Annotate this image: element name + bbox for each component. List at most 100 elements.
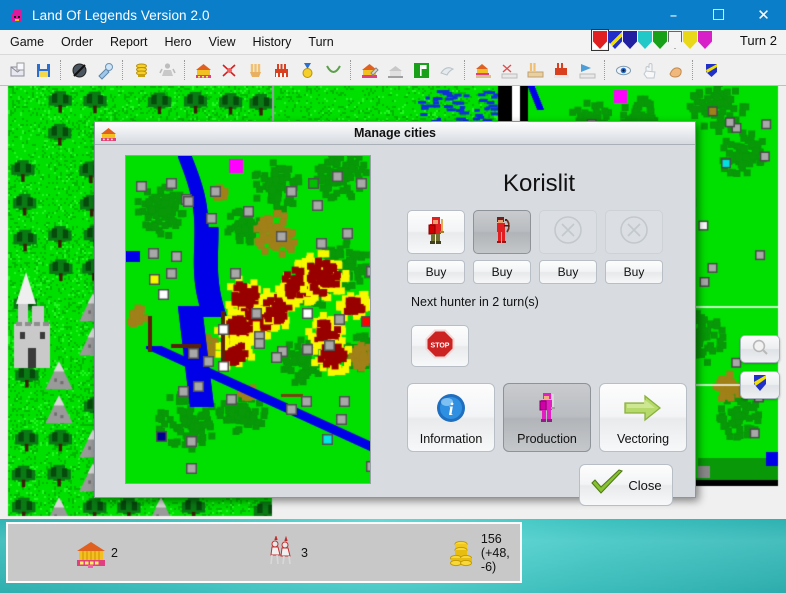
stop-button-wrap: STOP [411, 325, 687, 367]
shield-icon[interactable] [698, 57, 724, 83]
city-map-panel[interactable] [125, 155, 371, 484]
bird-icon[interactable] [434, 57, 460, 83]
shield-player-cyan[interactable] [638, 31, 652, 49]
buy-button-4[interactable]: Buy [605, 260, 663, 284]
close-dialog-button[interactable]: Close [579, 464, 673, 506]
close-dialog-label: Close [628, 477, 662, 493]
status-units: 3 [264, 534, 308, 570]
dialog-title-bar[interactable]: Manage cities [95, 122, 695, 145]
city-icon[interactable] [190, 57, 216, 83]
buy-button-row: Buy Buy Buy Buy [407, 260, 687, 284]
tab-production-label: Production [517, 432, 577, 446]
app-icon [9, 7, 25, 23]
flag-icon[interactable] [408, 57, 434, 83]
maximize-icon: ☐ [711, 5, 726, 24]
dialog-body: Korislit Buy Buy Buy Buy Next hunter in … [95, 145, 695, 514]
archer-icon [490, 215, 514, 250]
city-vector-icon[interactable] [574, 57, 600, 83]
city-factory-icon[interactable] [548, 57, 574, 83]
tab-information[interactable]: i Information [407, 383, 495, 452]
hand-icon[interactable] [636, 57, 662, 83]
svg-text:STOP: STOP [431, 342, 450, 349]
dialog-tab-row: i Information Production Vectoring [407, 383, 687, 452]
unit-grey-icon[interactable] [154, 57, 180, 83]
status-cities-value: 2 [111, 545, 118, 560]
dialog-right-panel: Korislit Buy Buy Buy Buy Next hunter in … [399, 153, 687, 506]
open-icon[interactable] [4, 57, 30, 83]
menu-bar: Game Order Report Hero View History Turn… [0, 29, 786, 55]
disabled-x-icon [552, 214, 584, 251]
stop-production-button[interactable]: STOP [411, 325, 469, 367]
side-button-bar [740, 335, 780, 399]
magnifier-button[interactable] [740, 335, 780, 363]
city-upgrade-icon[interactable] [382, 57, 408, 83]
shield-player-green[interactable] [653, 31, 667, 49]
unit-slot-empty-4 [605, 210, 663, 254]
gold-icon [444, 536, 478, 570]
menu-item-turn[interactable]: Turn [301, 32, 340, 52]
window-title: Land Of Legends Version 2.0 [32, 7, 210, 23]
menu-item-hero[interactable]: Hero [158, 32, 199, 52]
no-magic-icon[interactable] [66, 57, 92, 83]
unit-slot-swordsman[interactable] [407, 210, 465, 254]
unit-slot-hunter[interactable] [473, 210, 531, 254]
magic-icon[interactable] [92, 57, 118, 83]
unit-slot-empty-3 [539, 210, 597, 254]
unit-slot-row [407, 210, 687, 254]
player-shields [591, 29, 712, 51]
status-gold: 156 (+48, -6) [444, 532, 520, 574]
hands-icon[interactable] [242, 57, 268, 83]
tab-vectoring-label: Vectoring [616, 432, 670, 446]
menu-item-view[interactable]: View [202, 32, 243, 52]
city-hero-icon[interactable] [496, 57, 522, 83]
shield-player-red[interactable] [591, 29, 609, 51]
shield-player-yellow[interactable] [683, 31, 697, 49]
tab-production[interactable]: Production [503, 383, 591, 452]
city-map-canvas[interactable] [126, 156, 370, 483]
medal-icon[interactable] [294, 57, 320, 83]
dialog-title: Manage cities [354, 126, 436, 140]
info-icon: i [434, 384, 468, 432]
city-road-icon[interactable] [470, 57, 496, 83]
disabled-x-icon [618, 214, 650, 251]
shield-player-navy[interactable] [623, 31, 637, 49]
units-icon [264, 534, 298, 570]
battle-icon[interactable] [216, 57, 242, 83]
tab-information-label: Information [419, 432, 483, 446]
maximize-button[interactable]: ☐ [696, 0, 741, 30]
shield-player-blue[interactable] [608, 31, 622, 49]
arm-icon[interactable] [662, 57, 688, 83]
gold-icon[interactable] [128, 57, 154, 83]
menu-item-history[interactable]: History [246, 32, 299, 52]
city-build-icon[interactable] [356, 57, 382, 83]
buy-button-2[interactable]: Buy [473, 260, 531, 284]
shield-player-magenta[interactable] [698, 31, 712, 49]
tab-vectoring[interactable]: Vectoring [599, 383, 687, 452]
menu-item-game[interactable]: Game [3, 32, 51, 52]
next-unit-label: Next hunter in 2 turn(s) [411, 295, 539, 309]
eye-icon[interactable] [610, 57, 636, 83]
save-icon[interactable] [30, 57, 56, 83]
status-units-value: 3 [300, 545, 308, 560]
checkmark-icon [590, 468, 624, 502]
city-tower-icon[interactable] [522, 57, 548, 83]
turn-counter: Turn 2 [739, 33, 777, 48]
shield-blue-icon [752, 374, 768, 397]
buy-button-1[interactable]: Buy [407, 260, 465, 284]
necklace-icon[interactable] [320, 57, 346, 83]
menu-item-report[interactable]: Report [103, 32, 155, 52]
minimize-icon: – [669, 5, 678, 24]
close-icon: ✕ [757, 5, 770, 24]
status-bar: 2 3 156 (+48, -6) [6, 522, 522, 583]
shield-button[interactable] [740, 371, 780, 399]
arrow-right-icon [623, 384, 663, 432]
svg-text:i: i [448, 399, 453, 419]
minimize-button[interactable]: – [651, 0, 696, 30]
toolbar [0, 55, 786, 86]
factory-icon[interactable] [268, 57, 294, 83]
buy-button-3[interactable]: Buy [539, 260, 597, 284]
shield-player-white[interactable] [668, 31, 682, 49]
status-cities: 2 [74, 536, 118, 570]
close-window-button[interactable]: ✕ [741, 0, 786, 30]
menu-item-order[interactable]: Order [54, 32, 100, 52]
